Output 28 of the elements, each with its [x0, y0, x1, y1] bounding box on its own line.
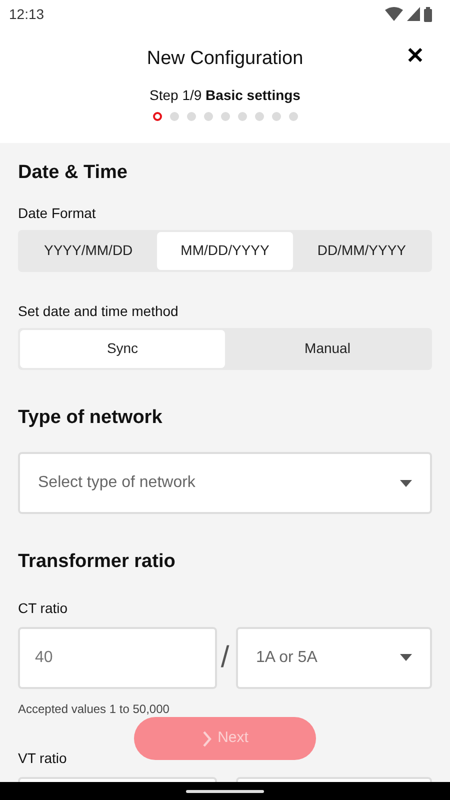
section-title: Transformer ratio — [18, 550, 176, 574]
home-indicator[interactable] — [186, 790, 264, 793]
screen-title: New Configuration — [146, 48, 304, 69]
dropdown-caret-icon — [400, 480, 412, 486]
helper-text: Accepted values 1 to 50,000 — [18, 702, 170, 716]
section-title: Type of network — [18, 406, 164, 430]
segment-option[interactable]: MM/DD/YYYY — [156, 232, 294, 270]
segment-option[interactable]: YYYY/MM/DD — [20, 232, 157, 270]
wifi-icon — [385, 7, 403, 21]
signal-icon — [407, 7, 420, 21]
status-time: 12:13 — [9, 4, 44, 24]
close-button[interactable]: ✕ — [402, 43, 428, 70]
section-title: Date & Time — [18, 161, 128, 185]
step-indicator: Step 1/9 Basic settings — [150, 86, 300, 102]
unit-select[interactable]: 1A or 5A — [236, 626, 432, 688]
dropdown-caret-icon — [400, 654, 412, 661]
ratio-input[interactable]: 40 — [18, 626, 217, 688]
chevron-right-icon — [202, 730, 212, 746]
battery-icon — [424, 6, 432, 22]
field-label: Set date and time method — [18, 302, 178, 320]
field-label: VT ratio — [18, 748, 67, 768]
segment-option[interactable]: DD/MM/YYYY — [293, 232, 430, 270]
field-label: Date Format — [18, 204, 96, 222]
field-label: CT ratio — [18, 598, 68, 618]
network-select[interactable]: Select type of network — [18, 452, 432, 514]
segment-option[interactable]: Manual — [225, 330, 430, 368]
segment-option[interactable]: Sync — [20, 330, 225, 368]
ratio-separator: / — [220, 640, 230, 676]
